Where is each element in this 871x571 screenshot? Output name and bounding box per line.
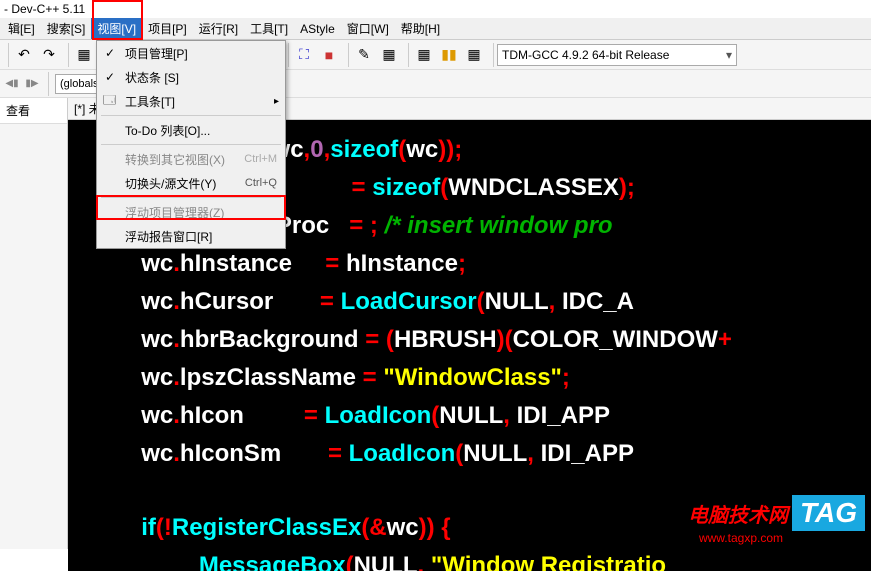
menu-item-switch-header[interactable]: 切换头/源文件(Y)Ctrl+Q — [97, 171, 285, 195]
menu-item-todo-list[interactable]: To-Do 列表[O]... — [97, 118, 285, 142]
nav-back-icon[interactable]: ◀▮ — [2, 74, 22, 94]
menu-item-toolbars[interactable]: 🗔工具条[T] — [97, 89, 285, 113]
menu-separator — [101, 115, 281, 116]
menu-separator — [101, 144, 281, 145]
goto-icon[interactable]: ✎ — [352, 43, 376, 67]
chart-icon[interactable]: ▮▮ — [437, 43, 461, 67]
undo-icon[interactable]: ↶ — [12, 43, 36, 67]
menu-tools[interactable]: 工具[T] — [244, 18, 294, 39]
debug2-icon[interactable]: ⛶ — [292, 43, 316, 67]
compiler-select[interactable]: TDM-GCC 4.9.2 64-bit Release — [497, 44, 737, 66]
menu-project[interactable]: 项目[P] — [142, 18, 193, 39]
stop2-icon[interactable]: ■ — [317, 43, 341, 67]
nav-fwd-icon[interactable]: ▮▶ — [22, 74, 42, 94]
watermark-tag: TAG — [792, 495, 865, 531]
menu-edit[interactable]: 辑[E] — [2, 18, 41, 39]
menu-bar: 辑[E] 搜索[S] 视图[V] 项目[P] 运行[R] 工具[T] AStyl… — [0, 18, 871, 40]
compile-icon[interactable]: ▦ — [72, 43, 96, 67]
report-icon[interactable]: ▦ — [462, 43, 486, 67]
app-title: - Dev-C++ 5.11 — [4, 2, 85, 16]
watermark-url: www.tagxp.com — [699, 531, 783, 545]
menu-item-float-project-manager: 浮动项目管理器(Z) — [97, 200, 285, 224]
menu-item-project-manager[interactable]: 项目管理[P] — [97, 41, 285, 65]
watermark: 电脑技术网 TAG — [688, 495, 865, 531]
new-class-icon[interactable]: ▦ — [412, 43, 436, 67]
menu-separator — [101, 197, 281, 198]
menu-search[interactable]: 搜索[S] — [41, 18, 92, 39]
menu-item-status-bar[interactable]: 状态条 [S] — [97, 65, 285, 89]
left-panel: 查看 — [0, 98, 68, 549]
watermark-text: 电脑技术网 — [688, 499, 788, 528]
redo-icon[interactable]: ↷ — [37, 43, 61, 67]
menu-item-switch-view: 转换到其它视图(X)Ctrl+M — [97, 147, 285, 171]
window-icon: 🗔 — [103, 91, 116, 112]
menu-astyle[interactable]: AStyle — [294, 20, 341, 38]
menu-run[interactable]: 运行[R] — [193, 18, 244, 39]
menu-item-float-report-window[interactable]: 浮动报告窗口[R] — [97, 224, 285, 248]
view-menu-dropdown: 项目管理[P] 状态条 [S] 🗔工具条[T] To-Do 列表[O]... 转… — [96, 40, 286, 249]
menu-window[interactable]: 窗口[W] — [341, 18, 395, 39]
title-bar: - Dev-C++ 5.11 — [0, 0, 871, 18]
menu-help[interactable]: 帮助[H] — [395, 18, 446, 39]
left-tab-view[interactable]: 查看 — [0, 98, 67, 124]
find-icon[interactable]: ▦ — [377, 43, 401, 67]
menu-view[interactable]: 视图[V] — [91, 18, 142, 39]
